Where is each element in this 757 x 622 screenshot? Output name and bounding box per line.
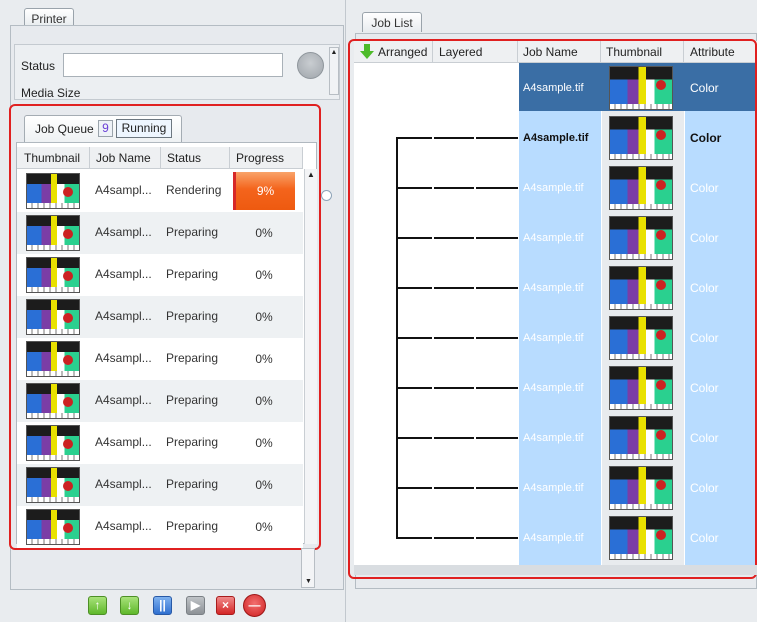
pause-button[interactable]: || bbox=[153, 596, 172, 615]
move-down-button[interactable]: ↓ bbox=[120, 596, 139, 615]
printer-status-area: Status ▲ Media Size bbox=[14, 44, 340, 100]
splitter-handle[interactable] bbox=[321, 190, 332, 201]
tab-job-list-label: Job List bbox=[371, 16, 413, 30]
play-button[interactable]: ▶ bbox=[186, 596, 205, 615]
printer-status-button[interactable] bbox=[297, 52, 324, 79]
move-up-button[interactable]: ↑ bbox=[88, 596, 107, 615]
pane-divider[interactable] bbox=[345, 0, 346, 622]
tab-job-list[interactable]: Job List bbox=[362, 12, 422, 32]
media-size-label: Media Size bbox=[21, 86, 81, 100]
job-list-horizontal-scrollbar[interactable] bbox=[354, 565, 757, 575]
cancel-button[interactable]: — bbox=[243, 594, 266, 617]
job-list-highlight-frame bbox=[348, 39, 757, 579]
status-scrollbar[interactable]: ▲ bbox=[329, 47, 339, 95]
tab-printer-label: Printer bbox=[31, 12, 67, 26]
delete-button[interactable]: × bbox=[216, 596, 235, 615]
scroll-up-icon[interactable]: ▲ bbox=[330, 48, 338, 57]
tab-printer[interactable]: Printer bbox=[24, 8, 74, 26]
status-field[interactable] bbox=[63, 53, 283, 77]
lower-scrollbar[interactable]: ▼ bbox=[301, 548, 315, 588]
scroll-down-icon[interactable]: ▼ bbox=[305, 578, 312, 585]
status-label: Status bbox=[21, 59, 56, 73]
job-queue-highlight-frame bbox=[9, 104, 321, 550]
